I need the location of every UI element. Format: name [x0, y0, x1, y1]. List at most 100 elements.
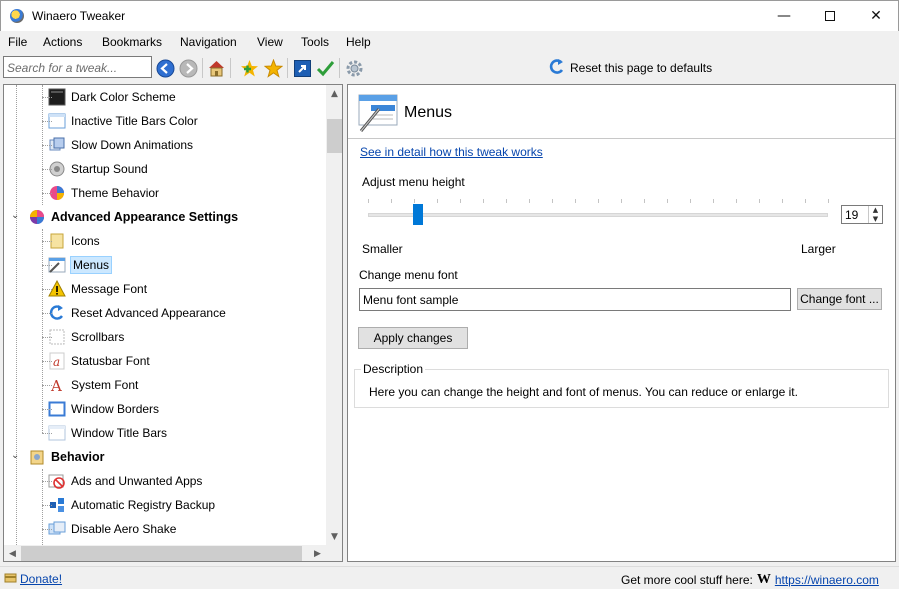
- menu-bookmarks[interactable]: Bookmarks: [102, 35, 162, 49]
- tree-connector: [42, 505, 52, 506]
- spin-up-icon[interactable]: ▲: [873, 206, 878, 214]
- tree-item-label: Startup Sound: [71, 162, 148, 176]
- menu-navigation[interactable]: Navigation: [180, 35, 237, 49]
- slider-tick: [414, 199, 415, 203]
- menu-file[interactable]: File: [8, 35, 27, 49]
- tree-category[interactable]: Behavior: [28, 445, 105, 469]
- tree-item[interactable]: Dark Color Scheme: [48, 85, 176, 109]
- winaero-icon: [10, 9, 24, 23]
- slider-thumb[interactable]: [413, 204, 423, 225]
- content-panel: Menus See in detail how this tweak works…: [347, 84, 896, 562]
- tree-connector: [42, 145, 52, 146]
- tree-item[interactable]: Disable Aero Shake: [48, 517, 176, 541]
- add-bookmark-icon[interactable]: [239, 58, 259, 78]
- slider-tick: [644, 199, 645, 203]
- menu-height-spinner[interactable]: 19 ▲ ▼: [841, 205, 883, 224]
- spinner-buttons[interactable]: ▲ ▼: [868, 206, 882, 223]
- winaero-url-link[interactable]: https://winaero.com: [775, 573, 879, 587]
- forward-icon[interactable]: [178, 58, 198, 78]
- scroll-thumb[interactable]: [327, 119, 342, 153]
- donate-link[interactable]: Donate!: [20, 572, 62, 586]
- slider-tick: [759, 199, 760, 203]
- settings-gear-icon[interactable]: [344, 58, 364, 78]
- tree-item-label: Dark Color Scheme: [71, 90, 176, 104]
- scroll-up-icon[interactable]: ▲: [326, 85, 342, 102]
- tree-item[interactable]: A System Font: [48, 373, 138, 397]
- menu-height-label: Adjust menu height: [362, 175, 465, 189]
- window-title: Winaero Tweaker: [32, 9, 126, 23]
- tweak-tree[interactable]: Dark Color Scheme Inactive Title Bars Col…: [3, 84, 343, 562]
- tree-item[interactable]: Message Font: [48, 277, 147, 301]
- tree-item[interactable]: Theme Behavior: [48, 181, 159, 205]
- search-input[interactable]: Search for a tweak...: [3, 56, 152, 78]
- toolbar: Search for a tweak... Reset this page to…: [1, 54, 898, 82]
- title-bar: Winaero Tweaker — ✕: [0, 0, 899, 31]
- slider-min-label: Smaller: [362, 242, 403, 256]
- tree-vertical-scrollbar[interactable]: ▲ ▼: [326, 85, 342, 545]
- detail-link[interactable]: See in detail how this tweak works: [360, 145, 543, 159]
- tree-connector: [42, 409, 52, 410]
- menu-tools[interactable]: Tools: [301, 35, 329, 49]
- tree-item-label: Automatic Registry Backup: [71, 498, 216, 512]
- menu-view[interactable]: View: [257, 35, 283, 49]
- reset-page-button[interactable]: Reset this page to defaults: [549, 57, 712, 79]
- tree-item-label: Reset Advanced Appearance: [71, 306, 226, 320]
- slider-tick: [575, 199, 576, 203]
- menu-help[interactable]: Help: [346, 35, 371, 49]
- tree-item[interactable]: Menus: [48, 253, 113, 277]
- tree-item[interactable]: Automatic Registry Backup: [48, 493, 215, 517]
- tree-connector: [42, 433, 52, 434]
- apply-changes-button[interactable]: Apply changes: [358, 327, 468, 349]
- tree-connector: [42, 313, 52, 314]
- home-icon[interactable]: [206, 58, 226, 78]
- promo-area: Get more cool stuff here: W https://wina…: [621, 572, 879, 588]
- scroll-left-icon[interactable]: ◀: [4, 545, 21, 561]
- tree-item[interactable]: Inactive Title Bars Color: [48, 109, 198, 133]
- tree-category[interactable]: Advanced Appearance Settings: [28, 205, 238, 229]
- behavior-icon: [28, 448, 46, 466]
- tree-connector: [42, 337, 52, 338]
- tree-connector: [42, 121, 52, 122]
- tree-item[interactable]: Reset Advanced Appearance: [48, 301, 226, 325]
- scroll-thumb[interactable]: [21, 546, 302, 561]
- tree-item[interactable]: Window Borders: [48, 397, 159, 421]
- change-font-button[interactable]: Change font ...: [797, 288, 882, 310]
- tree-item[interactable]: Slow Down Animations: [48, 133, 193, 157]
- slider-tick: [667, 199, 668, 203]
- tree-horizontal-scrollbar[interactable]: ◀ ▶: [4, 545, 326, 561]
- toolbar-separator: [202, 58, 203, 78]
- menu-height-slider[interactable]: [368, 213, 828, 217]
- tree-connector: [42, 385, 52, 386]
- tree-item[interactable]: Scrollbars: [48, 325, 124, 349]
- slider-tick: [598, 199, 599, 203]
- slider-tick: [828, 199, 829, 203]
- tree-item[interactable]: Window Title Bars: [48, 421, 167, 445]
- back-icon[interactable]: [155, 58, 175, 78]
- tree-item[interactable]: Startup Sound: [48, 157, 148, 181]
- tree-item[interactable]: Ads and Unwanted Apps: [48, 469, 202, 493]
- tree-item[interactable]: Icons: [48, 229, 100, 253]
- donate-icon: [4, 571, 17, 587]
- tree-connector: [42, 481, 52, 482]
- content-header: Menus: [348, 85, 895, 139]
- close-button[interactable]: ✕: [853, 1, 899, 31]
- toolbar-separator: [339, 58, 340, 78]
- scroll-right-icon[interactable]: ▶: [309, 545, 326, 561]
- collapse-icon[interactable]: ⌄: [11, 450, 19, 461]
- menu-font-label: Change menu font: [359, 268, 458, 282]
- tree-item-label: System Font: [71, 378, 139, 392]
- scroll-down-icon[interactable]: ▼: [326, 528, 342, 545]
- collapse-icon[interactable]: ⌄: [11, 210, 19, 221]
- bookmarks-star-icon[interactable]: [263, 58, 283, 78]
- tree-item-label: Theme Behavior: [71, 186, 160, 200]
- tree-item[interactable]: a Statusbar Font: [48, 349, 150, 373]
- tree-item-label: Message Font: [71, 282, 148, 296]
- minimize-button[interactable]: —: [761, 1, 807, 31]
- slider-tick: [529, 199, 530, 203]
- toolbar-separator: [287, 58, 288, 78]
- spin-down-icon[interactable]: ▼: [873, 215, 878, 223]
- maximize-button[interactable]: [807, 1, 853, 31]
- menu-actions[interactable]: Actions: [43, 35, 82, 49]
- open-regedit-icon[interactable]: [292, 58, 312, 78]
- apply-check-icon[interactable]: [315, 58, 335, 78]
